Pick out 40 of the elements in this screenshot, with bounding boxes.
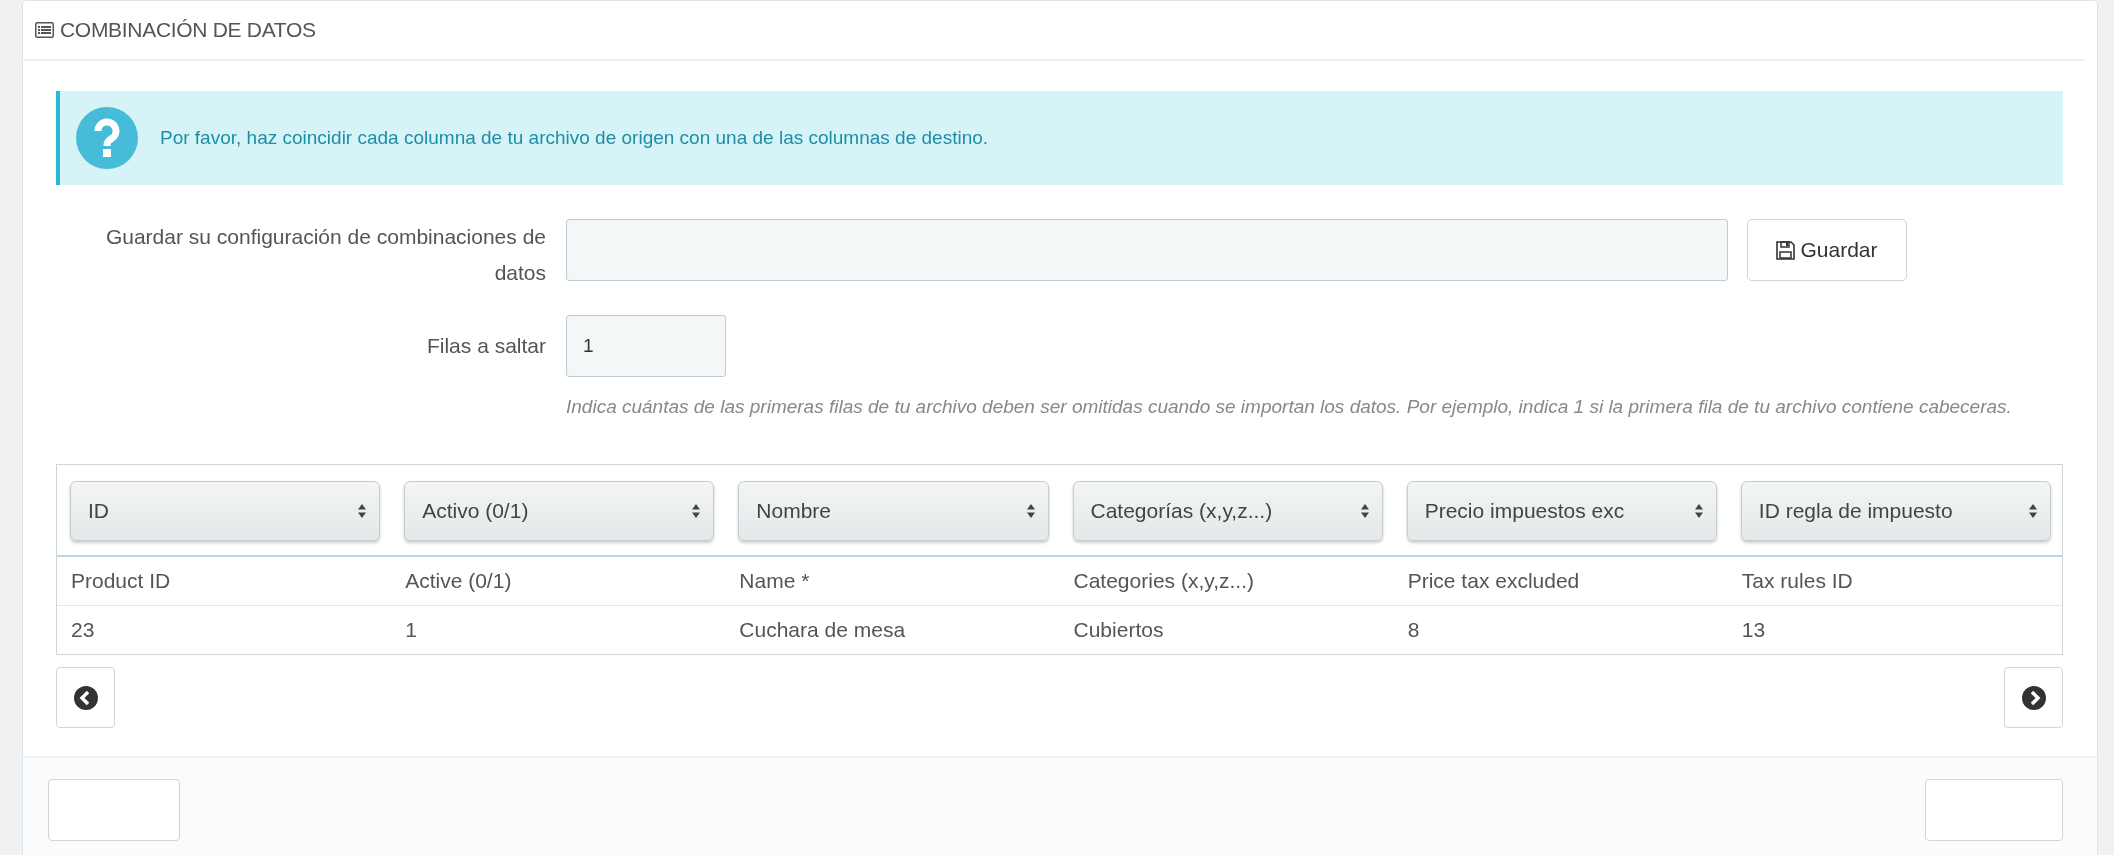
column-select[interactable]: Nombre xyxy=(738,481,1049,541)
save-button[interactable]: Guardar xyxy=(1747,219,1907,281)
field-label: Filas a saltar xyxy=(425,333,547,359)
help-text: Indica cuántas de las primeras filas de tu archivo deben ser omitidas cuando se importan los datos. Por ejemplo, indica 1 si la primera fila de tu archivo contiene cabeceras. xyxy=(566,395,2013,419)
column-header: Name * xyxy=(738,569,811,593)
column-select[interactable]: ID regla de impuesto xyxy=(1740,481,2052,541)
sort-caret-icon xyxy=(357,503,368,519)
question-icon xyxy=(76,107,138,169)
chevron-left-icon xyxy=(73,685,98,710)
chevron-right-icon xyxy=(2021,685,2046,710)
column-header: Active (0/1) xyxy=(404,569,513,593)
column-header: Price tax excluded xyxy=(1406,569,1581,593)
rows-to-skip-field[interactable]: 1 xyxy=(566,315,726,377)
table-cell-text: 23 xyxy=(70,618,96,642)
column-select[interactable]: Precio impuestos exc xyxy=(1406,481,1717,541)
sort-caret-icon xyxy=(1359,503,1370,519)
sort-caret-icon xyxy=(1693,503,1704,519)
column-header: Tax rules ID xyxy=(1740,569,1854,593)
sort-caret-icon xyxy=(691,503,702,519)
alert-text: Por favor, haz coincidir cada columna de tu archivo de origen con una de las columnas de destino. xyxy=(160,127,989,149)
table-cell-text: Cuchara de mesa xyxy=(738,618,907,642)
previous-button[interactable] xyxy=(56,667,115,728)
field-label: Guardar su configuración de combinaciones de datos xyxy=(104,224,547,286)
column-header: Categories (x,y,z...) xyxy=(1072,569,1255,593)
config-name-field[interactable] xyxy=(566,219,1728,281)
column-select[interactable]: Activo (0/1) xyxy=(404,481,715,541)
table-cell-text: 1 xyxy=(404,618,418,642)
table-cell-text: Cubiertos xyxy=(1072,618,1165,642)
list-icon xyxy=(35,22,54,38)
footer-button-edge[interactable] xyxy=(48,779,180,841)
sort-caret-icon xyxy=(2028,503,2039,519)
next-button[interactable] xyxy=(2004,667,2063,728)
sort-caret-icon xyxy=(1025,503,1036,519)
panel-title: COMBINACIÓN DE DATOS xyxy=(60,18,316,42)
table-cell-text: 8 xyxy=(1406,618,1421,642)
table-cell-text: 13 xyxy=(1740,618,1767,642)
column-select[interactable]: ID xyxy=(70,481,381,541)
footer-button-edge[interactable] xyxy=(1925,779,2063,841)
column-header: Product ID xyxy=(70,569,172,593)
column-select[interactable]: Categorías (x,y,z...) xyxy=(1072,481,1383,541)
